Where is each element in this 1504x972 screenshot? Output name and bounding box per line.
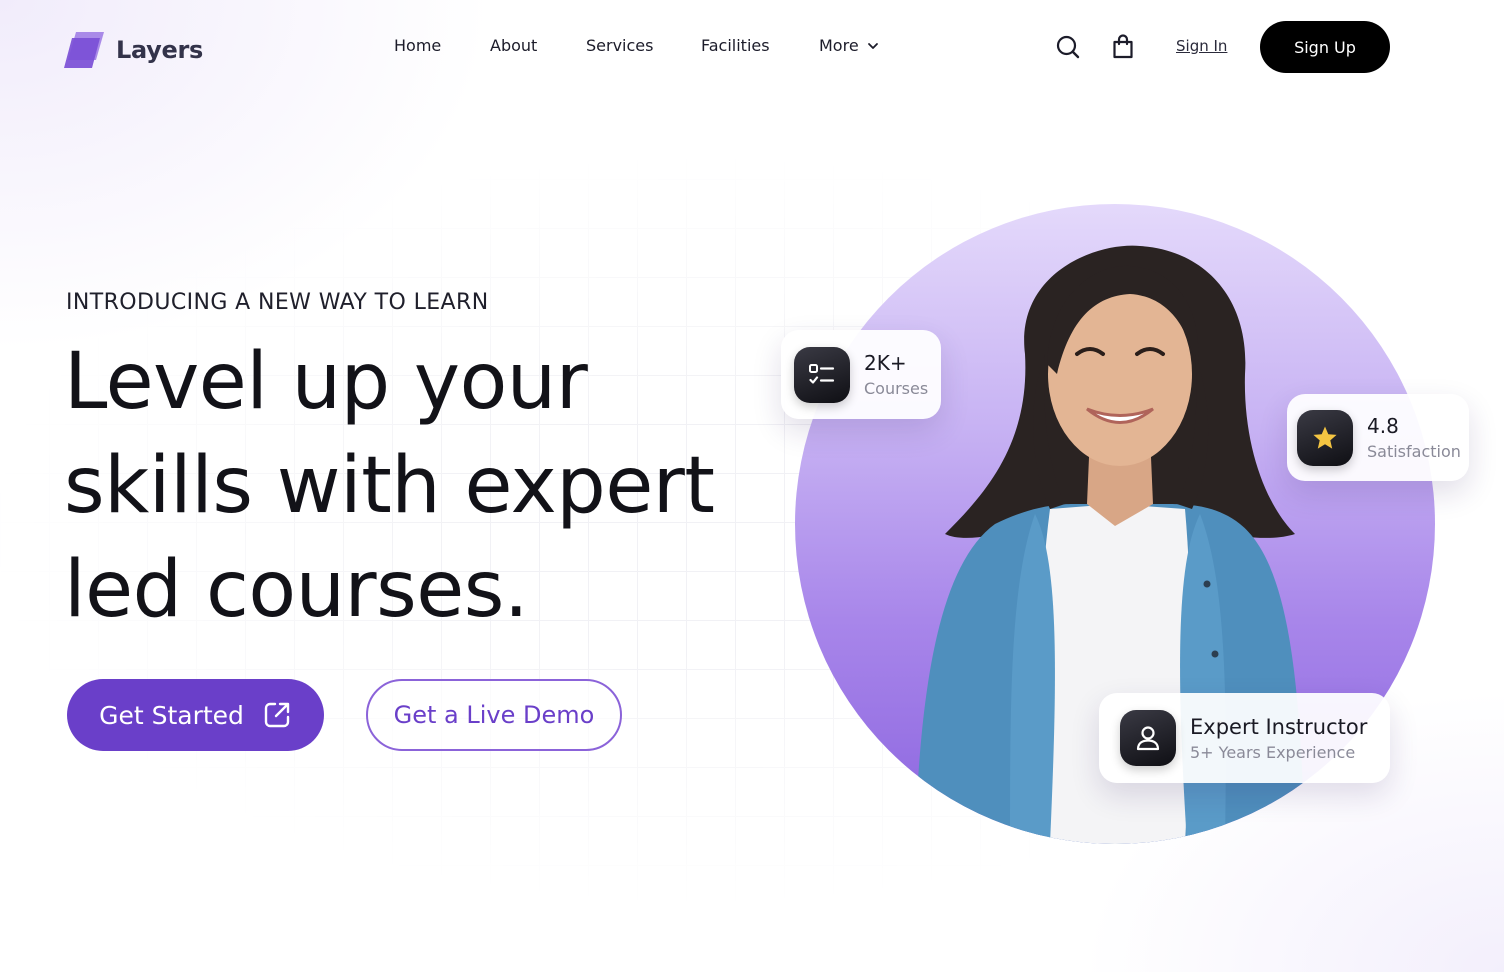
hero-headline: Level up your skills with expert led cou… <box>64 330 794 642</box>
logo[interactable]: Layers <box>64 30 203 70</box>
logo-icon <box>64 30 106 70</box>
rating-value: 4.8 <box>1367 414 1399 438</box>
star-icon <box>1297 409 1353 466</box>
shopping-bag-icon[interactable] <box>1110 33 1136 61</box>
headline-line-1: Level up your <box>64 337 588 427</box>
chevron-down-icon <box>867 42 878 49</box>
stat-card-courses: 2K+ Courses <box>781 330 941 419</box>
logo-text: Layers <box>116 36 203 64</box>
user-icon <box>1120 710 1176 766</box>
nav-item-facilities[interactable]: Facilities <box>701 36 770 55</box>
live-demo-button[interactable]: Get a Live Demo <box>366 679 622 751</box>
checklist-icon <box>794 346 850 403</box>
nav-item-about[interactable]: About <box>490 36 537 55</box>
nav-item-more-label: More <box>819 36 859 55</box>
stat-card-instructor: Expert Instructor 5+ Years Experience <box>1099 693 1390 783</box>
sign-in-link[interactable]: Sign In <box>1176 37 1227 55</box>
search-icon[interactable] <box>1055 33 1081 61</box>
courses-label: Courses <box>864 379 929 398</box>
external-link-icon <box>264 702 290 728</box>
get-started-label: Get Started <box>99 700 244 730</box>
nav-item-home[interactable]: Home <box>394 36 441 55</box>
nav-item-services[interactable]: Services <box>586 36 653 55</box>
rating-label: Satisfaction <box>1367 442 1461 461</box>
nav-item-more[interactable]: More <box>819 36 879 55</box>
headline-line-2: skills with expert <box>64 441 715 531</box>
hero-eyebrow: INTRODUCING A NEW WAY TO LEARN <box>66 290 489 315</box>
get-started-button[interactable]: Get Started <box>67 679 324 751</box>
instructor-label: 5+ Years Experience <box>1190 742 1356 762</box>
headline-line-3: led courses. <box>64 545 529 635</box>
sign-up-button[interactable]: Sign Up <box>1260 21 1390 73</box>
stat-card-rating: 4.8 Satisfaction <box>1287 394 1469 481</box>
instructor-value: Expert Instructor <box>1190 714 1368 739</box>
courses-value: 2K+ <box>864 351 907 375</box>
